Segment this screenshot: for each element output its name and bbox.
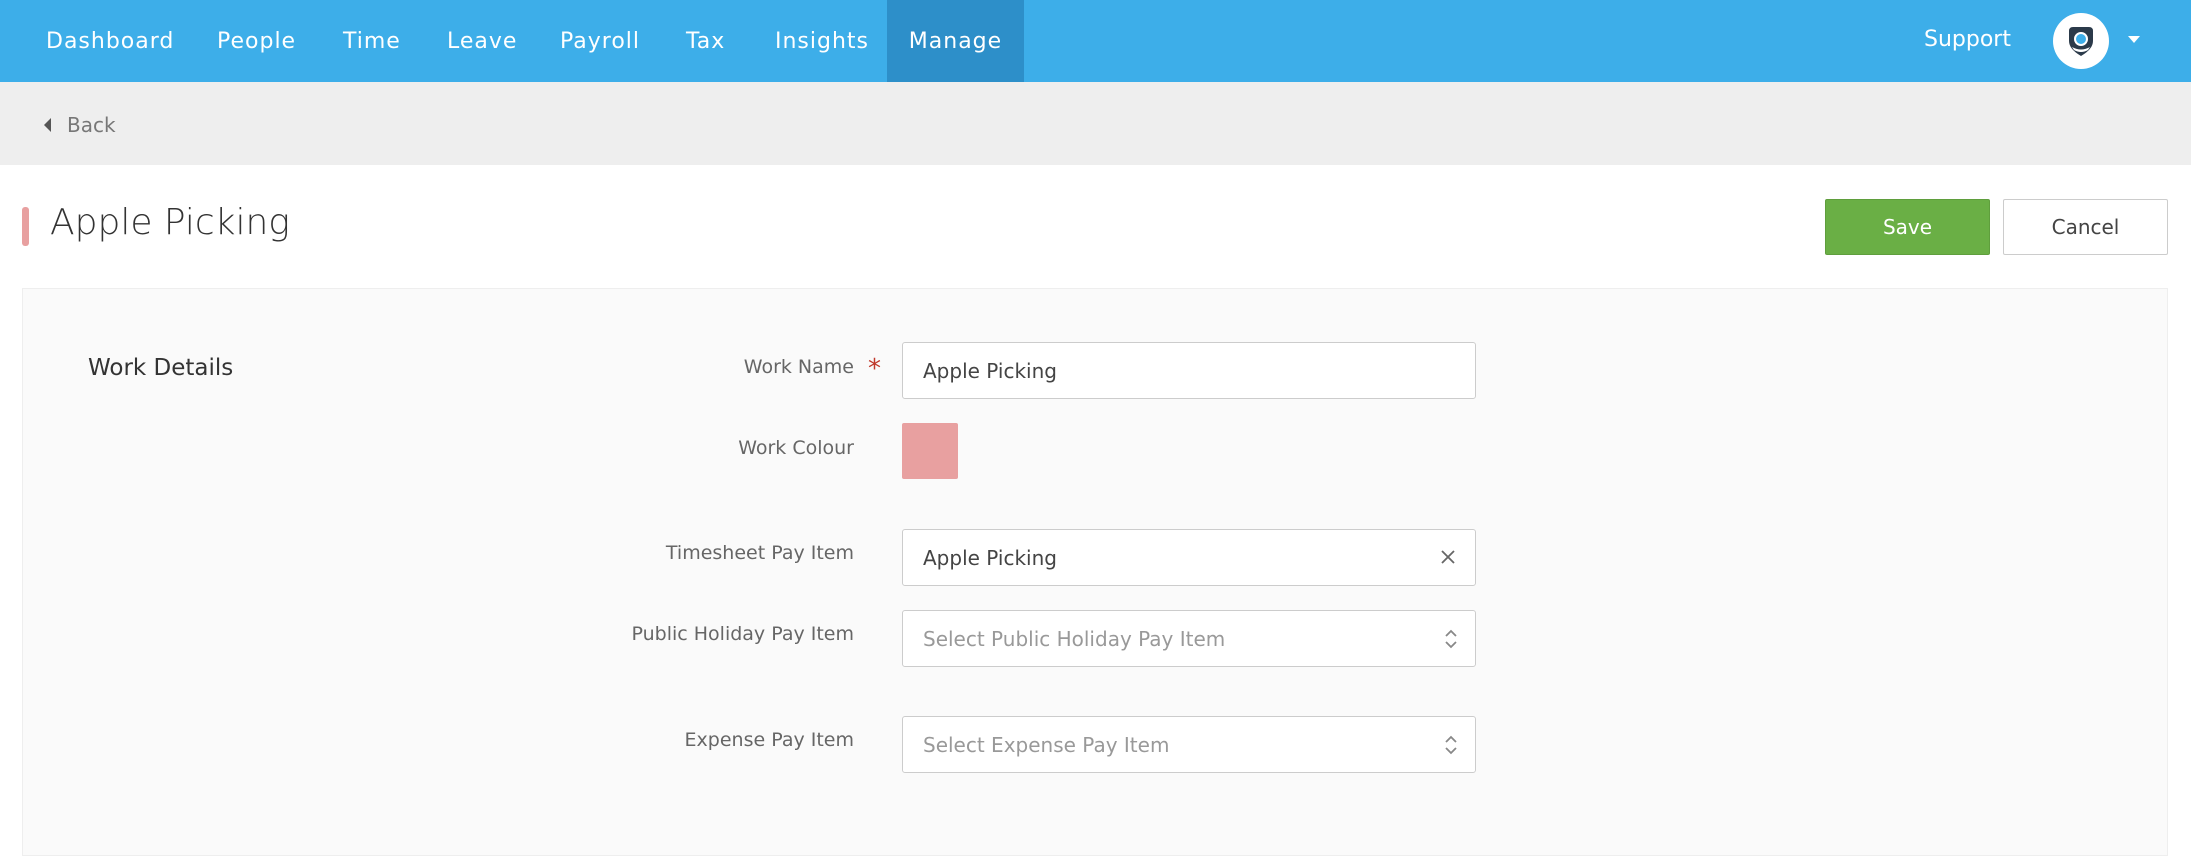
top-nav-bar: Dashboard People Time Leave Payroll Tax … [0, 0, 2191, 82]
nav-item-people[interactable]: People [193, 0, 320, 82]
timesheet-pay-item-value: Apple Picking [923, 545, 1057, 570]
shield-logo-icon [2069, 27, 2093, 56]
back-link[interactable]: Back [44, 110, 116, 140]
required-asterisk: * [868, 354, 881, 384]
up-down-chevron-icon [1445, 735, 1457, 755]
section-title: Work Details [88, 355, 234, 381]
clear-icon[interactable] [1439, 548, 1457, 566]
back-label: Back [67, 113, 116, 137]
nav-item-time[interactable]: Time [319, 0, 425, 82]
expense-pay-item-select[interactable]: Select Expense Pay Item [902, 716, 1476, 773]
nav-item-dashboard[interactable]: Dashboard [0, 0, 198, 82]
page-title: Apple Picking [50, 202, 290, 243]
work-name-label: Work Name [743, 356, 854, 378]
nav-item-manage[interactable]: Manage [887, 0, 1024, 82]
work-colour-swatch[interactable] [902, 423, 958, 479]
caret-down-icon[interactable] [2128, 36, 2140, 43]
nav-item-tax[interactable]: Tax [662, 0, 749, 82]
caret-left-icon [44, 118, 51, 132]
nav-item-payroll[interactable]: Payroll [536, 0, 664, 82]
timesheet-pay-item-label: Timesheet Pay Item [665, 542, 854, 564]
timesheet-pay-item-select[interactable]: Apple Picking [902, 529, 1476, 586]
back-bar: Back [0, 82, 2191, 165]
public-holiday-pay-item-label: Public Holiday Pay Item [631, 623, 854, 645]
expense-pay-item-placeholder: Select Expense Pay Item [923, 732, 1170, 757]
title-color-accent [22, 207, 29, 246]
cancel-button[interactable]: Cancel [2003, 199, 2168, 255]
support-link[interactable]: Support [1924, 0, 2011, 82]
save-button[interactable]: Save [1825, 199, 1990, 255]
nav-item-leave[interactable]: Leave [423, 0, 541, 82]
public-holiday-pay-item-placeholder: Select Public Holiday Pay Item [923, 626, 1226, 651]
expense-pay-item-label: Expense Pay Item [684, 729, 854, 751]
nav-item-insights[interactable]: Insights [751, 0, 893, 82]
work-name-input[interactable]: Apple Picking [902, 342, 1476, 399]
up-down-chevron-icon [1445, 629, 1457, 649]
avatar[interactable] [2053, 13, 2109, 69]
public-holiday-pay-item-select[interactable]: Select Public Holiday Pay Item [902, 610, 1476, 667]
work-colour-label: Work Colour [738, 437, 854, 459]
